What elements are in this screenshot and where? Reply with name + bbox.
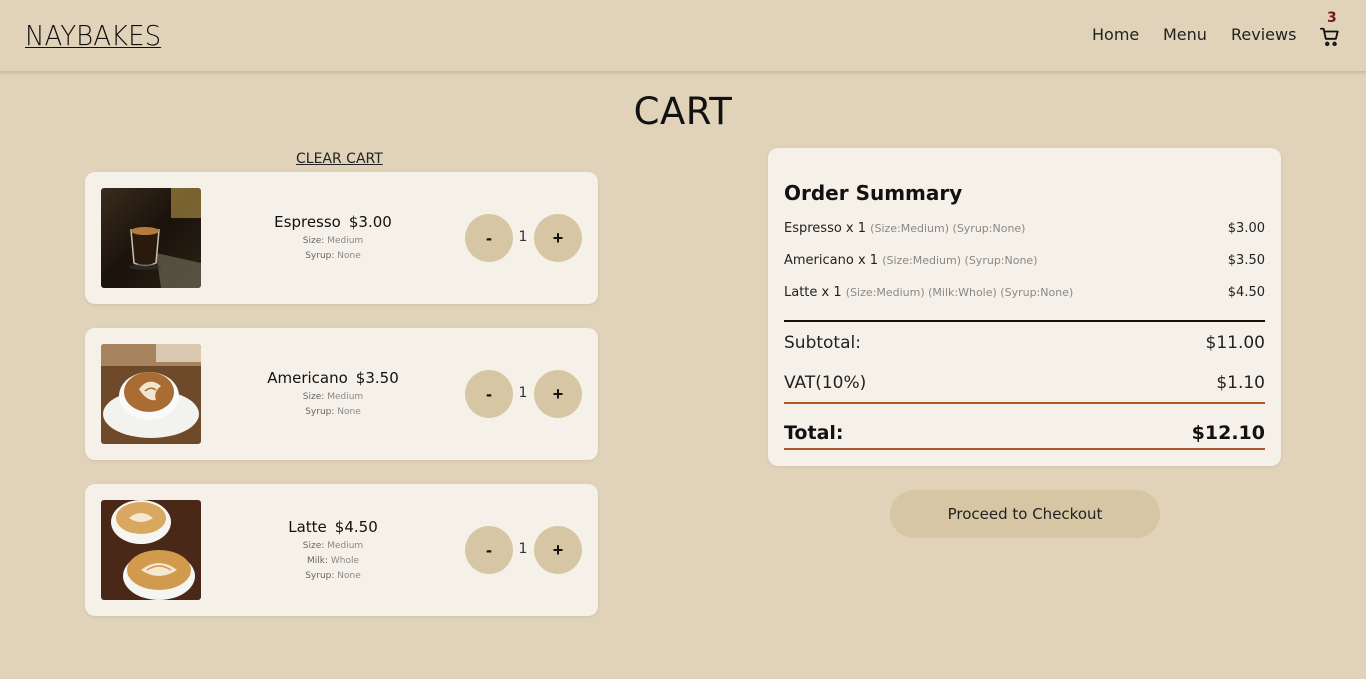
summary-divider (784, 320, 1265, 322)
item-name: Americano (267, 369, 348, 387)
subtotal-row: Subtotal: $11.00 (784, 333, 1265, 353)
summary-item: Espresso x 1 (784, 221, 867, 236)
nav-home[interactable]: Home (1092, 25, 1139, 44)
summary-item-amount: $3.50 (1227, 253, 1265, 268)
cart-item-espresso: Espresso $3.00 Size: Medium Syrup: None -… (85, 172, 598, 304)
item-name: Espresso (274, 213, 341, 231)
order-summary-card: Order Summary Espresso x 1 (Size:Medium)… (768, 148, 1281, 466)
decrease-quantity-button[interactable]: - (465, 526, 513, 574)
quantity-value: 1 (518, 385, 528, 401)
summary-line: Latte x 1 (Size:Medium) (Milk:Whole) (Sy… (784, 285, 1265, 300)
cart-count-badge: 3 (1327, 10, 1337, 26)
item-price: $4.50 (334, 518, 378, 536)
option-value: Medium (327, 236, 364, 246)
quantity-value: 1 (518, 541, 528, 557)
decrease-quantity-button[interactable]: - (465, 370, 513, 418)
cart-item-americano: Americano $3.50 Size: Medium Syrup: None … (85, 328, 598, 460)
option-label: Milk: (306, 556, 328, 566)
vat-divider (784, 402, 1265, 404)
summary-item-options: (Size:Medium) (Syrup:None) (882, 254, 1038, 267)
summary-item-options: (Size:Medium) (Syrup:None) (870, 222, 1026, 235)
option-value: None (337, 407, 361, 417)
increase-quantity-button[interactable]: + (534, 214, 582, 262)
summary-item-options: (Size:Medium) (Milk:Whole) (Syrup:None) (845, 286, 1074, 299)
summary-line: Espresso x 1 (Size:Medium) (Syrup:None) … (784, 221, 1265, 236)
cart-button[interactable]: 3 (1318, 10, 1344, 50)
cart-item-latte: Latte $4.50 Size: Medium Milk: Whole Syru… (85, 484, 598, 616)
option-label: Size: (302, 392, 325, 402)
nav-reviews[interactable]: Reviews (1231, 25, 1296, 44)
header: NAYBAKES Home Menu Reviews 3 (0, 0, 1366, 72)
cart-icon (1319, 27, 1339, 47)
espresso-image (101, 188, 201, 288)
decrease-quantity-button[interactable]: - (465, 214, 513, 262)
increase-quantity-button[interactable]: + (534, 526, 582, 574)
increase-quantity-button[interactable]: + (534, 370, 582, 418)
option-label: Size: (302, 236, 325, 246)
option-label: Size: (302, 541, 325, 551)
proceed-to-checkout-button[interactable]: Proceed to Checkout (890, 490, 1160, 538)
summary-item: Latte x 1 (784, 285, 842, 300)
option-value: Medium (327, 541, 364, 551)
subtotal-value: $11.00 (1205, 333, 1265, 353)
option-value: Whole (330, 556, 360, 566)
americano-image (101, 344, 201, 444)
latte-image (101, 500, 201, 600)
logo[interactable]: NAYBAKES (25, 19, 161, 52)
total-label: Total: (784, 422, 844, 444)
option-value: None (337, 251, 361, 261)
total-divider (784, 448, 1265, 450)
summary-item-amount: $3.00 (1227, 221, 1265, 236)
summary-item: Americano x 1 (784, 253, 879, 268)
page-title: CART (633, 90, 733, 133)
nav-menu[interactable]: Menu (1163, 25, 1207, 44)
order-summary-title: Order Summary (784, 181, 963, 205)
vat-row: VAT(10%) $1.10 (784, 373, 1265, 393)
total-row: Total: $12.10 (784, 422, 1265, 444)
clear-cart-link[interactable]: CLEAR CART (296, 151, 383, 167)
quantity-value: 1 (518, 229, 528, 245)
total-value: $12.10 (1191, 422, 1265, 444)
item-name: Latte (288, 518, 327, 536)
subtotal-label: Subtotal: (784, 333, 861, 353)
option-value: Medium (327, 392, 364, 402)
option-label: Syrup: (305, 251, 335, 261)
option-label: Syrup: (305, 407, 335, 417)
item-price: $3.50 (355, 369, 399, 387)
option-value: None (337, 571, 361, 581)
item-price: $3.00 (348, 213, 392, 231)
vat-value: $1.10 (1216, 373, 1265, 393)
summary-item-amount: $4.50 (1227, 285, 1265, 300)
vat-label: VAT(10%) (784, 373, 867, 393)
summary-line: Americano x 1 (Size:Medium) (Syrup:None)… (784, 253, 1265, 268)
option-label: Syrup: (305, 571, 335, 581)
